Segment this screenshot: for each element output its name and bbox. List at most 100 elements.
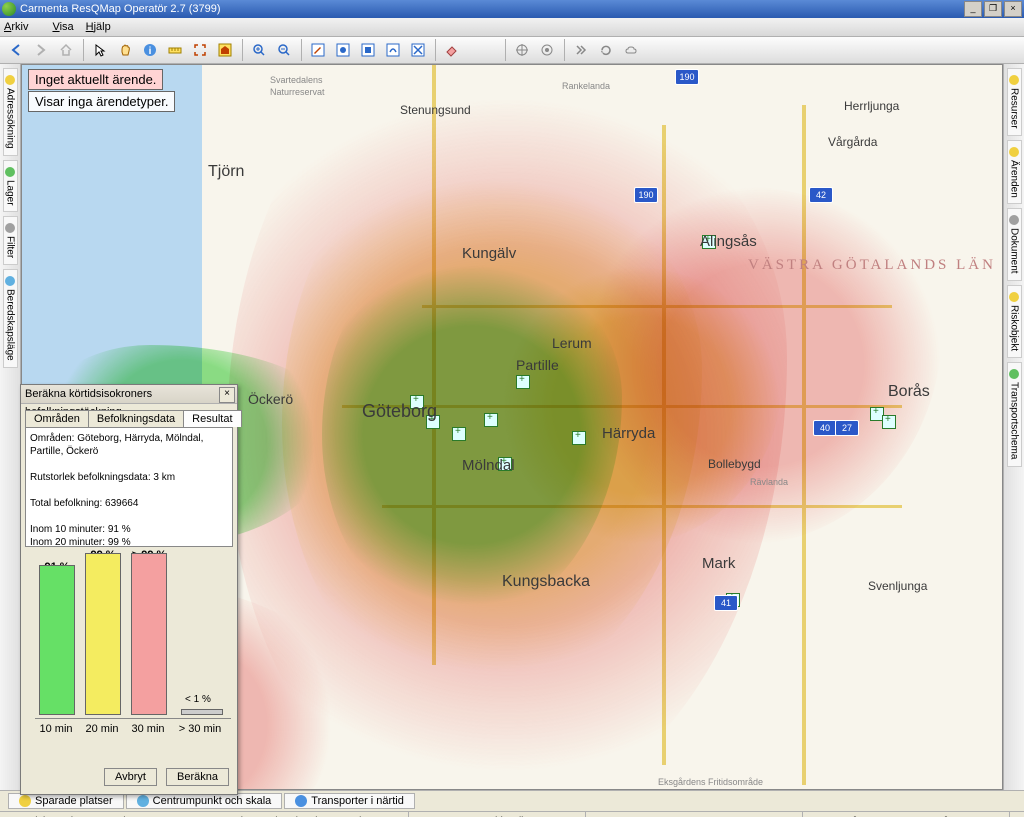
status-latlon: La = 58º 07.299' N Lo = 012º 10.372' E xyxy=(803,812,1010,817)
window-titlebar: Carmenta ResQMap Operatör 2.7 (3799) _ ❐… xyxy=(0,0,1024,18)
bar-label-over30: > 30 min xyxy=(175,723,225,735)
bar-10min xyxy=(39,565,75,715)
road-badge: 42 xyxy=(809,187,833,203)
bg-label: Naturreservat xyxy=(270,87,325,97)
layer-a-button[interactable] xyxy=(331,38,355,62)
statusbar: Du är inloggad som OGT (operatör 2017, o… xyxy=(0,811,1024,817)
overlay-current-case: Inget aktuellt ärende. xyxy=(28,69,163,90)
minimize-button[interactable]: _ xyxy=(964,1,982,17)
town-label: Vårgårda xyxy=(828,135,877,149)
target-b-button[interactable] xyxy=(535,38,559,62)
menu-hjalp[interactable]: Hjälp xyxy=(86,21,111,33)
road-badge: 40 xyxy=(813,420,837,436)
lefttab-adressokning[interactable]: Adressökning xyxy=(3,68,18,156)
bar-over30 xyxy=(181,709,223,715)
result-10min: Inom 10 minuter: 91 % xyxy=(30,523,228,536)
zoom-out-button[interactable] xyxy=(272,38,296,62)
cloud-button[interactable] xyxy=(619,38,643,62)
home-button[interactable] xyxy=(54,38,78,62)
road-badge: 190 xyxy=(675,69,699,85)
town-label: Kungsbacka xyxy=(502,573,590,591)
right-panel-strip: Resurser Ärenden Dokument Riskobjekt Tra… xyxy=(1003,64,1024,790)
lefttab-lager[interactable]: Lager xyxy=(3,160,18,213)
layer-d-button[interactable] xyxy=(406,38,430,62)
righttab-resurser[interactable]: Resurser xyxy=(1007,68,1022,136)
result-areas: Områden: Göteborg, Härryda, Mölndal, Par… xyxy=(30,432,228,458)
road-badge: 27 xyxy=(835,420,859,436)
pan-button[interactable] xyxy=(113,38,137,62)
info-button[interactable]: i xyxy=(138,38,162,62)
eraser-button[interactable] xyxy=(440,38,464,62)
restore-button[interactable]: ❐ xyxy=(984,1,1002,17)
zoom-in-button[interactable] xyxy=(247,38,271,62)
sync-button[interactable] xyxy=(594,38,618,62)
layer-b-button[interactable] xyxy=(356,38,380,62)
window-title: Carmenta ResQMap Operatör 2.7 (3799) xyxy=(20,3,962,15)
menubar: Arkiv Visa Hjälp xyxy=(0,18,1024,37)
town-label: Mark xyxy=(702,555,735,572)
back-button[interactable] xyxy=(4,38,28,62)
status-mapname: 564 Uddevalla xyxy=(409,812,586,817)
town-label: Stenungsund xyxy=(400,103,471,117)
skip-a-button[interactable] xyxy=(569,38,593,62)
town-label: Tjörn xyxy=(208,163,244,181)
bg-label: Rankelanda xyxy=(562,81,610,91)
isochrone-dialog: Beräkna körtidsisokroners befolkningstäc… xyxy=(20,384,238,795)
map-marker[interactable] xyxy=(882,415,896,429)
expand-button[interactable] xyxy=(188,38,212,62)
btab-transport[interactable]: Transporter i närtid xyxy=(284,793,415,809)
bar-label-30min: 30 min xyxy=(123,723,173,735)
work-area: Adressökning Lager Filter Beredskapsläge xyxy=(0,64,1024,790)
map-marker[interactable] xyxy=(572,431,586,445)
cancel-button[interactable]: Avbryt xyxy=(104,768,157,786)
bar-20min xyxy=(85,553,121,715)
righttab-dokument[interactable]: Dokument xyxy=(1007,208,1022,281)
righttab-transport[interactable]: Transportschema xyxy=(1007,362,1022,466)
pointer-button[interactable] xyxy=(88,38,112,62)
tab-befolkningsdata[interactable]: Befolkningsdata xyxy=(88,410,184,427)
bar-label-20min: 20 min xyxy=(77,723,127,735)
layer-c-button[interactable] xyxy=(381,38,405,62)
target-a-button[interactable] xyxy=(510,38,534,62)
coverage-chart: 91 % 99 % > 99 % < 1 % 10 min 20 min 30 … xyxy=(25,551,233,741)
status-scale: 1 : 408 168 xyxy=(1010,812,1024,817)
main-toolbar: i xyxy=(0,37,1024,64)
svg-text:i: i xyxy=(149,46,152,57)
btab-center-scale[interactable]: Centrumpunkt och skala xyxy=(126,793,283,809)
calculate-button[interactable]: Beräkna xyxy=(166,768,229,786)
map-marker[interactable] xyxy=(516,375,530,389)
forward-button[interactable] xyxy=(29,38,53,62)
result-gridsize: Rutstorlek befolkningsdata: 3 km xyxy=(30,471,228,484)
town-label: Göteborg xyxy=(362,401,437,422)
town-label: Mölndal xyxy=(462,457,515,474)
town-label: Borås xyxy=(888,383,930,401)
ruler-button[interactable] xyxy=(163,38,187,62)
dialog-close-button[interactable]: × xyxy=(219,387,235,403)
righttab-arenden[interactable]: Ärenden xyxy=(1007,140,1022,205)
tab-resultat[interactable]: Resultat xyxy=(183,410,241,427)
menu-visa[interactable]: Visa xyxy=(52,21,73,33)
town-label: Härryda xyxy=(602,425,655,442)
app-icon xyxy=(2,2,16,16)
map-marker[interactable] xyxy=(452,427,466,441)
status-login: Du är inloggad som OGT (operatör 2017, o… xyxy=(0,812,409,817)
bar-30min xyxy=(131,553,167,715)
lefttab-beredskap[interactable]: Beredskapsläge xyxy=(3,269,18,368)
result-text-panel[interactable]: Områden: Göteborg, Härryda, Mölndal, Par… xyxy=(25,427,233,547)
edit-button[interactable] xyxy=(306,38,330,62)
tab-omraden[interactable]: Områden xyxy=(25,410,89,427)
btab-saved-places[interactable]: Sparade platser xyxy=(8,793,124,809)
righttab-riskobjekt[interactable]: Riskobjekt xyxy=(1007,285,1022,358)
close-button[interactable]: × xyxy=(1004,1,1022,17)
bar-value-over30: < 1 % xyxy=(185,694,211,705)
town-label: Partille xyxy=(516,357,559,373)
town-label: Öckerö xyxy=(248,391,293,407)
map-marker[interactable] xyxy=(484,413,498,427)
town-label: Svenljunga xyxy=(868,579,927,593)
lefttab-filter[interactable]: Filter xyxy=(3,216,18,265)
menu-arkiv[interactable]: Arkiv xyxy=(4,21,40,33)
house-button[interactable] xyxy=(213,38,237,62)
road-badge: 190 xyxy=(634,187,658,203)
bg-label: Rävlanda xyxy=(750,477,788,487)
dialog-title[interactable]: Beräkna körtidsisokroners befolkningstäc… xyxy=(21,385,237,404)
